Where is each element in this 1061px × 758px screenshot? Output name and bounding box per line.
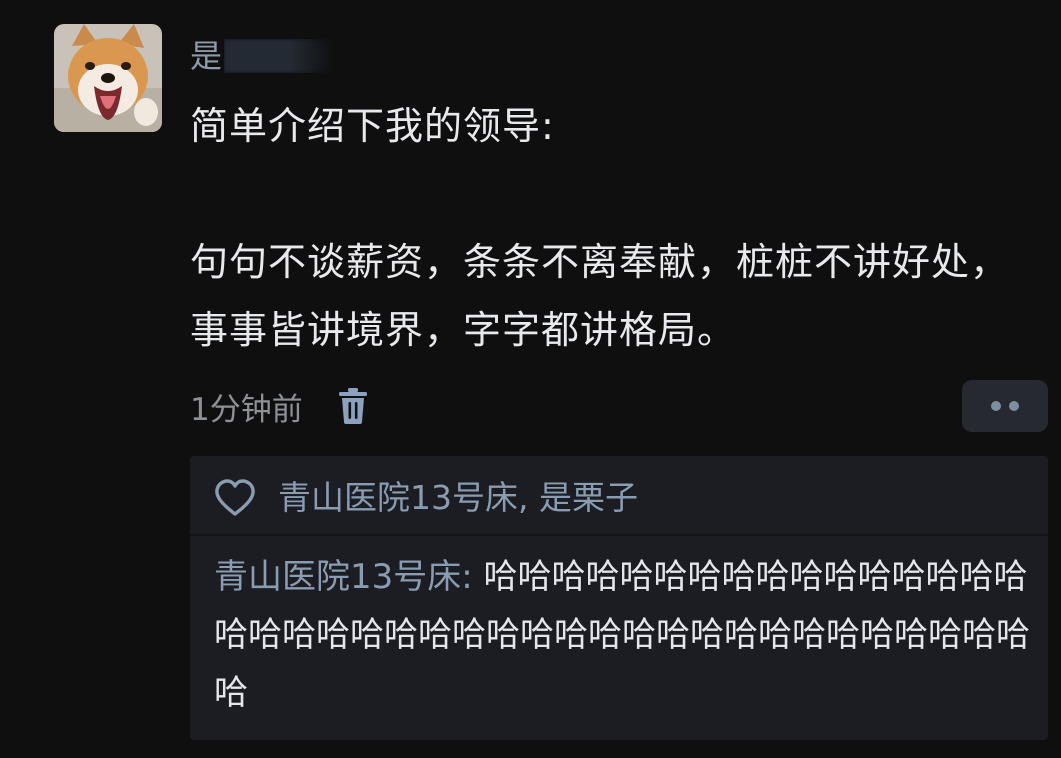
avatar[interactable] <box>54 24 162 132</box>
post-meta: 1分钟前 <box>190 384 369 428</box>
likes-users[interactable]: 青山医院13号床, 是栗子 <box>278 472 638 524</box>
reply-card: 青山医院13号床, 是栗子 青山医院13号床: 哈哈哈哈哈哈哈哈哈哈哈哈哈哈哈哈… <box>190 456 1048 740</box>
heart-outline-icon[interactable] <box>214 478 258 518</box>
more-button[interactable] <box>962 380 1048 432</box>
post-content: 简单介绍下我的领导: 句句不谈薪资，条条不离奉献，桩桩不讲好处，事事皆讲境界，字… <box>190 104 1010 352</box>
reply-comment[interactable]: 青山医院13号床: 哈哈哈哈哈哈哈哈哈哈哈哈哈哈哈哈哈哈哈哈哈哈哈哈哈哈哈哈哈哈… <box>214 548 1034 722</box>
more-dots-icon <box>991 401 1001 411</box>
trash-icon[interactable] <box>337 387 369 425</box>
username-row[interactable]: 是 <box>190 34 335 78</box>
username[interactable]: 是 <box>190 34 222 78</box>
post-time: 1分钟前 <box>190 391 303 428</box>
more-dots-icon <box>1009 401 1019 411</box>
username-redacted <box>224 39 335 73</box>
comment-author[interactable]: 青山医院13号床: <box>214 557 484 597</box>
divider <box>190 534 1048 536</box>
post-page: 是 简单介绍下我的领导: 句句不谈薪资，条条不离奉献，桩桩不讲好处，事事皆讲境界… <box>0 0 1061 758</box>
likes-row[interactable]: 青山医院13号床, 是栗子 <box>214 472 638 524</box>
